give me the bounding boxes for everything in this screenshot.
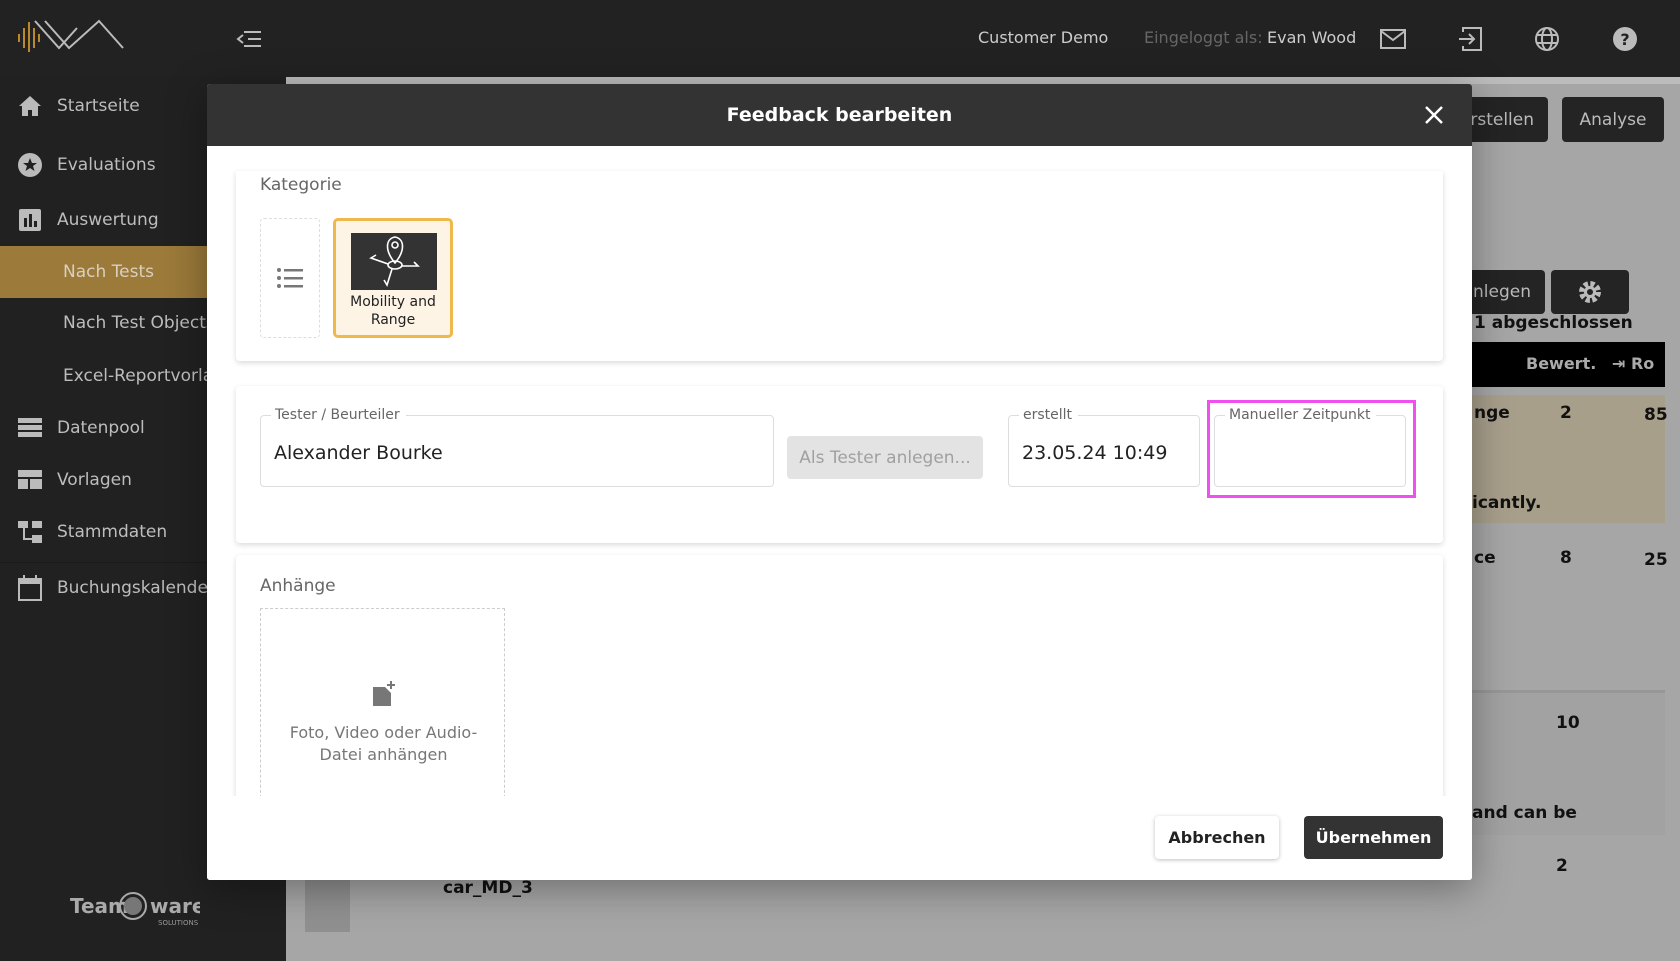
settings-button[interactable]	[1551, 270, 1629, 314]
attachment-dropzone[interactable]: Foto, Video oder Audio-Datei anhängen	[260, 608, 505, 808]
svg-text:?: ?	[1620, 30, 1629, 49]
cancel-button[interactable]: Abbrechen	[1155, 816, 1279, 859]
tester-card: Tester / Beurteiler Alexander Bourke Als…	[236, 386, 1443, 543]
category-title: Kategorie	[260, 175, 342, 195]
tree-icon	[17, 519, 43, 545]
sidebar-item-label: Stammdaten	[57, 522, 168, 542]
collapse-menu-icon[interactable]	[236, 30, 262, 48]
dialog-footer: Abbrechen Übernehmen	[207, 796, 1472, 880]
top-bar: Customer Demo Eingeloggt als: Evan Wood …	[0, 0, 1680, 77]
star-icon	[17, 152, 43, 178]
svg-text:ware: ware	[150, 894, 200, 918]
sidebar-item-label: Nach Test Objects	[63, 313, 215, 333]
home-icon	[17, 93, 43, 119]
dialog-title: Feedback bearbeiten	[726, 104, 953, 126]
status-text: 1 abgeschlossen	[1474, 313, 1633, 333]
category-tile-mobility-and-range[interactable]: Mobility and Range	[333, 218, 453, 338]
manual-time-field[interactable]: Manueller Zeitpunkt	[1214, 407, 1406, 487]
calendar-icon	[17, 574, 43, 601]
app-logo	[18, 19, 124, 52]
template-icon	[17, 467, 43, 493]
svg-text:SOLUTIONS: SOLUTIONS	[158, 919, 199, 927]
category-tile-label: Mobility and Range	[350, 294, 436, 328]
column-rating[interactable]: Bewert.	[1526, 354, 1596, 373]
apply-button[interactable]: Übernehmen	[1304, 816, 1443, 859]
sidebar-item-label: Auswertung	[57, 210, 159, 230]
help-icon[interactable]: ?	[1610, 24, 1640, 54]
list-icon	[277, 268, 303, 288]
row-rating: 2	[1556, 856, 1568, 876]
attachments-card: Anhänge Foto, Video oder Audio-Datei anh…	[236, 555, 1443, 815]
sidebar-item-label: Nach Tests	[63, 262, 154, 282]
row-thumbnail	[305, 880, 350, 932]
sidebar-item-label: Buchungskalender	[57, 577, 215, 598]
sidebar-item-label: Vorlagen	[57, 470, 132, 490]
created-field: erstellt 23.05.24 10:49	[1008, 407, 1200, 487]
mobility-range-icon	[351, 233, 437, 290]
add-file-icon	[373, 681, 395, 706]
list-icon	[17, 415, 43, 441]
dialog-header: Feedback bearbeiten	[207, 84, 1472, 146]
dropzone-text: Foto, Video oder Audio-Datei anhängen	[289, 723, 478, 764]
close-icon[interactable]	[1424, 105, 1444, 125]
teamware-logo: Team ware SOLUTIONS	[70, 883, 205, 931]
bar-chart-icon	[17, 207, 43, 233]
category-card: Kategorie Mobility and Range	[236, 171, 1443, 361]
create-tester-button[interactable]: Als Tester anlegen...	[787, 436, 983, 479]
sidebar-item-label: Startseite	[57, 96, 140, 116]
mail-icon[interactable]	[1378, 24, 1408, 54]
created-field-label: erstellt	[1019, 407, 1079, 423]
tester-field-label: Tester / Beurteiler	[271, 407, 406, 423]
sidebar-item-label: Datenpool	[57, 418, 145, 438]
row-name[interactable]: car_MD_3	[443, 878, 533, 898]
manual-time-field-label: Manueller Zeitpunkt	[1225, 407, 1377, 423]
created-field-value: 23.05.24 10:49	[1022, 442, 1168, 464]
page-header-strip	[286, 77, 1680, 84]
company-name: Customer Demo	[978, 28, 1109, 47]
logout-icon[interactable]	[1455, 24, 1485, 54]
tester-field[interactable]: Tester / Beurteiler Alexander Bourke	[260, 407, 774, 487]
analyse-button[interactable]: Analyse	[1562, 97, 1664, 142]
edit-feedback-dialog: Feedback bearbeiten Kategorie Mobility a…	[207, 84, 1472, 880]
attachments-title: Anhänge	[260, 576, 336, 596]
globe-icon[interactable]	[1532, 24, 1562, 54]
column-ro[interactable]: ⇥ Ro	[1612, 354, 1654, 373]
logged-in-label: Eingeloggt als:	[1144, 28, 1263, 47]
sidebar-item-label: Evaluations	[57, 155, 156, 175]
gear-icon	[1579, 281, 1601, 303]
tester-field-value[interactable]: Alexander Bourke	[274, 442, 443, 464]
category-list-button[interactable]	[260, 218, 320, 338]
user-name[interactable]: Evan Wood	[1267, 28, 1356, 47]
